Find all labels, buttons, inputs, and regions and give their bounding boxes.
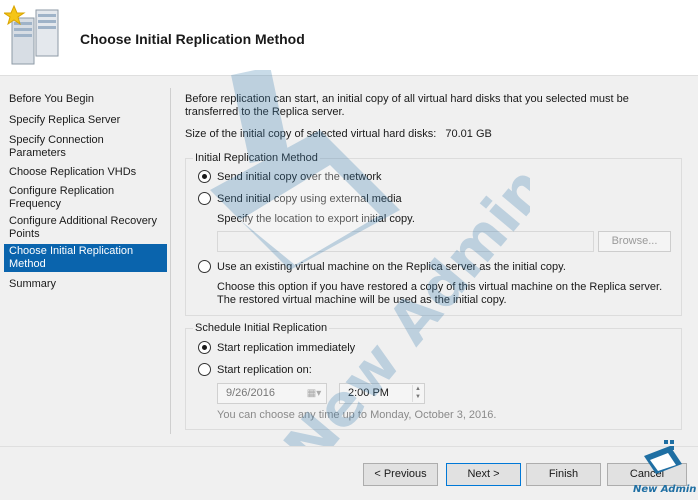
time-value: 2:00 PM [348,387,389,399]
send-over-network-label[interactable]: Send initial copy over the network [217,171,381,183]
radio-start-immediately[interactable] [198,341,211,354]
radio-send-over-network[interactable] [198,170,211,183]
step-choose-replication-vhds[interactable]: Choose Replication VHDs [4,165,167,180]
schedule-hint: You can choose any time up to Monday, Oc… [217,409,497,421]
time-spinner-icon[interactable]: ▲ ▼ [412,385,423,402]
step-specify-connection-parameters[interactable]: Specify Connection Parameters [4,133,167,161]
radio-start-on[interactable] [198,363,211,376]
export-path-input[interactable] [217,231,594,252]
intro-text: Before replication can start, an initial… [185,93,629,118]
page-title: Choose Initial Replication Method [80,31,305,47]
calendar-dropdown-icon[interactable]: ▦▾ [304,387,324,400]
schedule-initial-replication-title: Schedule Initial Replication [193,322,330,335]
initial-copy-size: Size of the initial copy of selected vir… [185,128,492,141]
step-configure-additional-recovery-points[interactable]: Configure Additional Recovery Points [4,214,167,242]
step-specify-replica-server[interactable]: Specify Replica Server [4,113,167,128]
step-before-you-begin[interactable]: Before You Begin [4,92,167,107]
browse-button[interactable]: Browse... [598,231,671,252]
start-immediately-label[interactable]: Start replication immediately [217,342,355,354]
radio-use-existing-vm[interactable] [198,260,211,273]
send-external-media-label[interactable]: Send initial copy using external media [217,193,402,205]
previous-button[interactable]: < Previous [363,463,438,486]
initial-replication-method-title: Initial Replication Method [193,152,320,165]
date-picker[interactable]: 9/26/2016 ▦▾ [217,383,327,404]
logo-text: New Admin [633,484,697,495]
next-button[interactable]: Next > [446,463,521,486]
size-value: 70.01 GB [445,128,492,140]
start-on-label[interactable]: Start replication on: [217,364,312,376]
finish-button[interactable]: Finish [526,463,601,486]
step-configure-replication-frequency[interactable]: Configure Replication Frequency [4,184,167,212]
sidebar-divider [170,88,171,434]
use-existing-vm-label[interactable]: Use an existing virtual machine on the R… [217,261,566,273]
export-location-hint: Specify the location to export initial c… [217,213,415,225]
time-picker[interactable]: 2:00 PM ▲ ▼ [339,383,425,404]
step-choose-initial-replication-method[interactable]: Choose Initial Replication Method [4,244,167,272]
date-value: 9/26/2016 [226,387,275,399]
replica-server-icon [4,4,59,65]
size-label: Size of the initial copy of selected vir… [185,128,437,140]
radio-send-external-media[interactable] [198,192,211,205]
existing-vm-hint: Choose this option if you have restored … [217,281,663,306]
wizard-header: Choose Initial Replication Method [0,0,698,76]
step-summary[interactable]: Summary [4,277,167,292]
